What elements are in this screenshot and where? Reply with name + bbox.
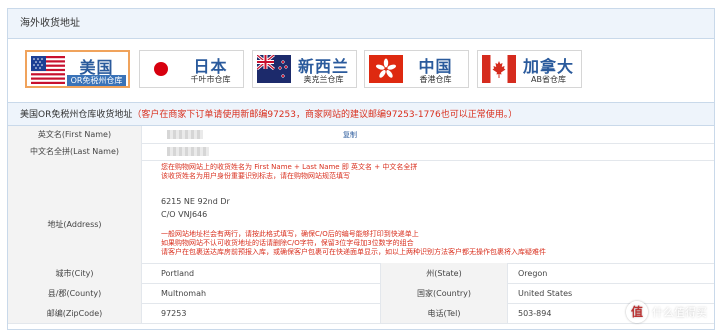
tab-japan[interactable]: 日本 千叶市仓库 <box>139 50 244 88</box>
copy-button[interactable]: 复制 <box>343 130 357 140</box>
address-panel: 海外收货地址 美国 OR免税州仓库 日本 千叶市仓库 新西兰 奥克兰仓库 中国 … <box>7 8 715 330</box>
tel-value: 503-894 <box>518 308 552 318</box>
field-label: 州(State) <box>380 263 508 283</box>
hong-kong-flag-icon <box>369 55 403 83</box>
field-label: 城市(City) <box>8 263 142 283</box>
country-value: United States <box>518 288 573 298</box>
english-name-value <box>167 126 203 143</box>
watermark: 值 什么值得买 <box>626 299 712 325</box>
table-row: 中文名全拼(Last Name) <box>8 143 714 161</box>
tab-canada[interactable]: 加拿大 AB省仓库 <box>477 50 582 88</box>
tab-sublabel: 奥克兰仓库 <box>303 75 344 84</box>
warehouse-address-title: 美国OR免税州仓库收货地址 <box>20 110 133 120</box>
field-label: 中文名全拼(Last Name) <box>8 143 142 160</box>
japan-flag-icon <box>144 55 178 83</box>
name-hint-line: 该收货姓名为用户身份重要识别标志，请在购物网站规范填写 <box>161 172 350 180</box>
field-label: 英文名(First Name) <box>8 126 142 143</box>
address-hint-line: 请客户在包裹送达库房前预报入库，或确保客户包裹可在快递面单显示，如以上两种识别方… <box>161 248 546 256</box>
address-hint-line: 一般网站地址栏会有两行，请按此格式填写，确保C/O后的编号能够打印到快递单上 <box>161 230 419 238</box>
tab-sublabel: 千叶市仓库 <box>190 75 231 84</box>
county-value: Multnomah <box>161 288 207 298</box>
field-label: 地址(Address) <box>8 185 142 263</box>
canada-flag-icon <box>482 55 516 83</box>
watermark-logo-icon: 值 <box>626 301 648 323</box>
address-line-2: C/O VNJ646 <box>161 210 208 219</box>
address-line-1: 6215 NE 92nd Dr <box>161 197 230 206</box>
table-row: 邮编(ZipCode) 97253 电话(Tel) 503-894 <box>8 303 714 324</box>
table-row: 英文名(First Name) 复制 <box>8 126 714 144</box>
zipcode-value: 97253 <box>161 308 187 318</box>
usa-flag-icon <box>31 56 65 84</box>
city-value: Portland <box>161 268 195 278</box>
name-hint-line: 您在购物网站上的收货姓名为 First Name + Last Name 即 英… <box>161 163 418 171</box>
pinyin-name-value <box>167 143 209 160</box>
warehouse-tabs: 美国 OR免税州仓库 日本 千叶市仓库 新西兰 奥克兰仓库 中国 香港仓库 加拿… <box>8 39 714 105</box>
field-label: 国家(Country) <box>380 283 508 303</box>
new-zealand-flag-icon <box>257 55 291 83</box>
table-row: 县/郡(County) Multnomah 国家(Country) United… <box>8 283 714 304</box>
table-row: 城市(City) Portland 州(State) Oregon <box>8 263 714 284</box>
zipcode-notice: （客户在商家下订单请使用新邮编97253，商家网站的建议邮编97253-1776… <box>132 110 518 120</box>
address-hint-line: 如果购物网站不认可收货地址的话请删除C/O字符，保留3位字母加3位数字的组合 <box>161 239 414 247</box>
section-title: 海外收货地址 <box>8 9 714 39</box>
table-row: 地址(Address) 6215 NE 92nd Dr C/O VNJ646 一… <box>8 185 714 264</box>
tab-sublabel: AB省仓库 <box>531 75 566 84</box>
field-label-empty <box>8 160 142 185</box>
tab-sublabel: OR免税州仓库 <box>67 75 126 86</box>
field-label: 电话(Tel) <box>380 303 508 323</box>
state-value: Oregon <box>518 268 548 278</box>
tab-hong-kong[interactable]: 中国 香港仓库 <box>364 50 469 88</box>
tab-new-zealand[interactable]: 新西兰 奥克兰仓库 <box>252 50 357 88</box>
watermark-text: 什么值得买 <box>652 306 707 319</box>
field-label: 县/郡(County) <box>8 283 142 303</box>
field-label: 邮编(ZipCode) <box>8 303 142 323</box>
tab-usa[interactable]: 美国 OR免税州仓库 <box>25 50 130 88</box>
table-row: 您在购物网站上的收货姓名为 First Name + Last Name 即 英… <box>8 160 714 185</box>
warehouse-address-header: 美国OR免税州仓库收货地址（客户在商家下订单请使用新邮编97253，商家网站的建… <box>8 102 714 126</box>
tab-sublabel: 香港仓库 <box>419 75 452 84</box>
